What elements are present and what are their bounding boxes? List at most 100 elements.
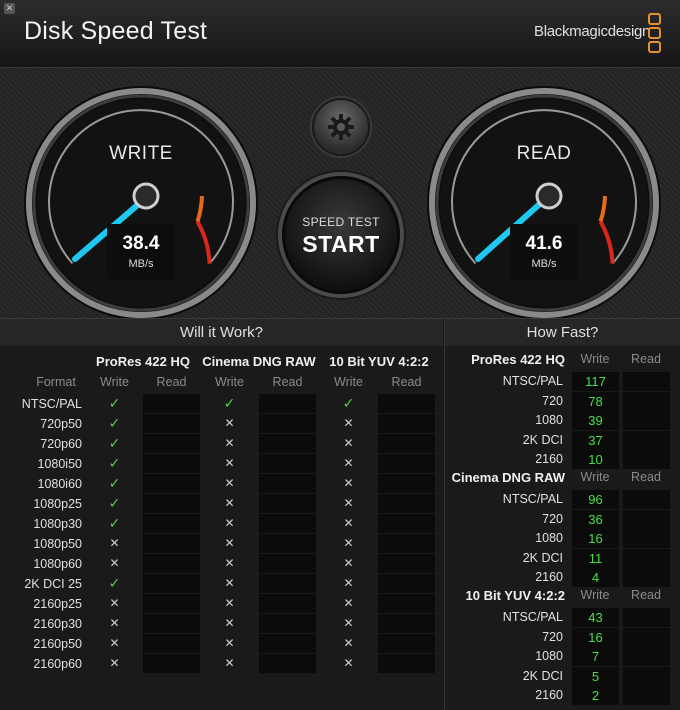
format-row-label: 1080p30 [33,517,82,531]
read-gauge [427,86,661,320]
read-result-cell [143,434,200,453]
cross-icon: ✕ [224,436,235,450]
read-result-cell [378,414,435,433]
read-result-cell [378,654,435,673]
column-header-write: Write [580,588,610,602]
how-fast-row-label: NTSC/PAL [502,374,563,388]
read-result-cell [259,434,316,453]
read-result-cell [143,554,200,573]
cross-icon: ✕ [109,656,120,670]
cross-icon: ✕ [109,536,120,550]
how-fast-row-label: 2K DCI [522,550,563,565]
how-fast-row-label: 2160 [535,688,563,703]
will-it-work-heading: Will it Work? [0,318,443,346]
write-speed-cell: 36 [572,509,619,529]
read-result-cell [143,454,200,473]
checkmark-icon: ✓ [108,395,121,411]
read-result-cell [378,534,435,553]
column-header-read: Read [272,375,303,389]
format-row-label: 1080i50 [37,457,83,471]
format-row-label: 1080p25 [33,497,82,511]
column-header-read: Read [391,375,422,389]
column-header-read: Read [631,470,661,484]
checkmark-icon: ✓ [223,395,236,411]
how-fast-codec-header: 10 Bit YUV 4:2:2 [465,588,565,603]
write-speed-cell: 39 [572,411,619,431]
write-speed-value: 38.4 [122,233,160,254]
cross-icon: ✕ [224,536,235,550]
cross-icon: ✕ [224,456,235,470]
format-row-label: NTSC/PAL [21,397,82,411]
format-row-label: 1080i60 [37,477,83,491]
read-speed-cell [623,548,670,568]
read-result-cell [143,634,200,653]
format-column-header: Format [36,375,76,389]
gear-icon [328,114,354,140]
cross-icon: ✕ [224,476,235,490]
read-result-cell [259,614,316,633]
cross-icon: ✕ [109,556,120,570]
write-speed-cell: 96 [572,490,619,509]
column-header-write: Write [100,375,129,389]
read-result-cell [259,454,316,473]
cross-icon: ✕ [224,556,235,570]
read-result-cell [259,554,316,573]
write-speed-cell: 11 [572,548,619,568]
start-button-label: START [302,231,380,257]
how-fast-row-label: 1080 [535,413,563,428]
cross-icon: ✕ [224,596,235,610]
read-result-cell [259,594,316,613]
codec-header-dng: Cinema DNG RAW [202,354,316,369]
read-result-cell [378,474,435,493]
format-row-label: 1080p50 [33,537,82,551]
read-speed-value: 41.6 [525,233,563,254]
read-result-cell [259,574,316,593]
read-result-cell [378,394,435,413]
how-fast-codec-header: Cinema DNG RAW [451,470,565,485]
read-result-cell [259,534,316,553]
how-fast-row-label: 2160 [535,452,563,467]
checkmark-icon: ✓ [108,475,121,491]
read-result-cell [378,614,435,633]
app-title: Disk Speed Test [24,17,208,45]
cross-icon: ✕ [109,636,120,650]
read-result-cell [259,634,316,653]
cross-icon: ✕ [224,656,235,670]
cross-icon: ✕ [343,616,354,630]
read-speed-cell [623,450,670,470]
read-speed-cell [623,529,670,549]
how-fast-table: ProRes 422 HQ Write Read NTSC/PAL 117 720 78 10… [444,346,680,710]
checkmark-icon: ✓ [108,415,121,431]
read-speed-cell [623,411,670,431]
format-row-label: 2160p30 [33,617,82,631]
format-row-label: 2160p25 [33,597,82,611]
cross-icon: ✕ [343,476,354,490]
read-speed-cell [623,391,670,411]
start-button[interactable]: SPEED TEST START [282,176,400,294]
read-result-cell [143,574,200,593]
cross-icon: ✕ [343,416,354,430]
write-speed-cell: 4 [572,568,619,588]
read-gauge-label: READ [516,143,572,164]
read-speed-cell [623,666,670,686]
write-speed-cell: 117 [572,372,619,391]
how-fast-row-label: 2K DCI [522,432,563,447]
cross-icon: ✕ [343,436,354,450]
cross-icon: ✕ [343,516,354,530]
read-result-cell [143,534,200,553]
how-fast-row-label: NTSC/PAL [502,610,563,624]
how-fast-row-label: 1080 [535,531,563,546]
write-speed-unit: MB/s [128,258,154,270]
how-fast-row-label: 720 [542,629,563,644]
cross-icon: ✕ [343,556,354,570]
how-fast-row-label: 720 [542,393,563,408]
write-speed-cell: 37 [572,430,619,450]
read-result-cell [378,454,435,473]
read-speed-cell [623,647,670,667]
read-result-cell [259,494,316,513]
settings-button[interactable] [312,98,370,156]
write-gauge [24,86,258,320]
close-window-button[interactable]: ✕ [4,3,15,14]
read-speed-cell [623,509,670,529]
read-result-cell [143,594,200,613]
